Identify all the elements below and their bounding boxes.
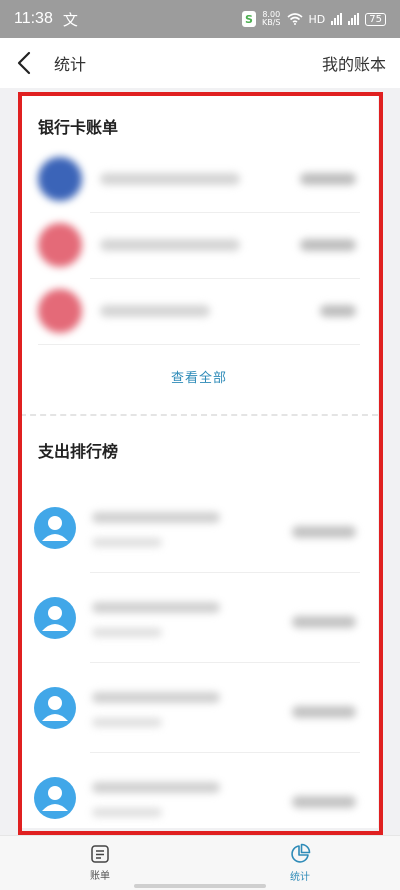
view-all-link[interactable]: 查看全部 [20, 367, 378, 386]
nav-label-bills: 账单 [90, 871, 110, 882]
nav-label-statistics: 统计 [290, 872, 310, 883]
top-app-bar: 统计 我的账本 [0, 38, 400, 88]
divider [38, 344, 360, 345]
ranking-row[interactable] [34, 572, 378, 662]
nav-item-bills[interactable]: 账单 [0, 836, 200, 890]
network-speed: 8.00 KB/S [262, 11, 281, 27]
bank-card-amount [320, 305, 356, 317]
pie-chart-icon [291, 843, 311, 863]
bank-card-row[interactable] [38, 212, 378, 278]
ranking-merchant [92, 602, 220, 613]
bank-card-list [20, 146, 378, 344]
ranking-row[interactable] [34, 482, 378, 572]
bank-logo-icon [38, 157, 82, 201]
bill-icon [91, 845, 109, 863]
page-title: 统计 [54, 55, 87, 74]
ranking-date [92, 538, 162, 547]
status-right: S 8.00 KB/S HD 75 [242, 11, 386, 27]
expense-ranking-list [20, 482, 378, 828]
status-time: 11:38 [14, 10, 53, 27]
wifi-icon [286, 13, 303, 25]
bank-card-row[interactable] [38, 278, 378, 344]
bank-card-name [100, 173, 240, 185]
bank-card-bill-title: 银行卡账单 [38, 118, 119, 137]
nav-item-statistics[interactable]: 统计 [200, 836, 400, 890]
signal-icon [331, 13, 343, 25]
ranking-row[interactable] [34, 752, 378, 828]
bank-logo-icon [38, 289, 82, 333]
ranking-date [92, 628, 162, 637]
status-left: 11:38 文 [14, 9, 78, 30]
security-app-icon: S [242, 11, 256, 27]
bank-logo-icon [38, 223, 82, 267]
ranking-merchant [92, 782, 220, 793]
avatar-icon [34, 597, 76, 639]
avatar-icon [34, 687, 76, 729]
signal-icon-2 [348, 13, 360, 25]
network-type: HD [308, 12, 326, 26]
expense-ranking-title: 支出排行榜 [38, 442, 119, 461]
ranking-amount [292, 616, 356, 628]
speed-unit: KB/S [262, 18, 281, 27]
bank-card-name [100, 305, 210, 317]
back-arrow-icon[interactable] [14, 50, 36, 76]
ranking-amount [292, 796, 356, 808]
ranking-date [92, 718, 162, 727]
statistics-panel: 银行卡账单 查看全部 支出排行榜 [20, 94, 378, 828]
ranking-amount [292, 706, 356, 718]
bottom-navigation: 账单 统计 [0, 835, 400, 890]
avatar-icon [34, 777, 76, 819]
avatar-icon [34, 507, 76, 549]
app-badge-icon: 文 [62, 10, 78, 29]
bank-card-amount [300, 239, 356, 251]
home-indicator[interactable] [134, 884, 266, 888]
bank-card-row[interactable] [38, 146, 378, 212]
status-bar: 11:38 文 S 8.00 KB/S HD 75 [0, 0, 400, 38]
ranking-merchant [92, 692, 220, 703]
ranking-merchant [92, 512, 220, 523]
bank-card-name [100, 239, 240, 251]
ranking-amount [292, 526, 356, 538]
bank-card-amount [300, 173, 356, 185]
ranking-date [92, 808, 162, 817]
ranking-row[interactable] [34, 662, 378, 752]
battery-icon: 75 [365, 12, 386, 26]
my-ledger-link[interactable]: 我的账本 [322, 51, 386, 75]
